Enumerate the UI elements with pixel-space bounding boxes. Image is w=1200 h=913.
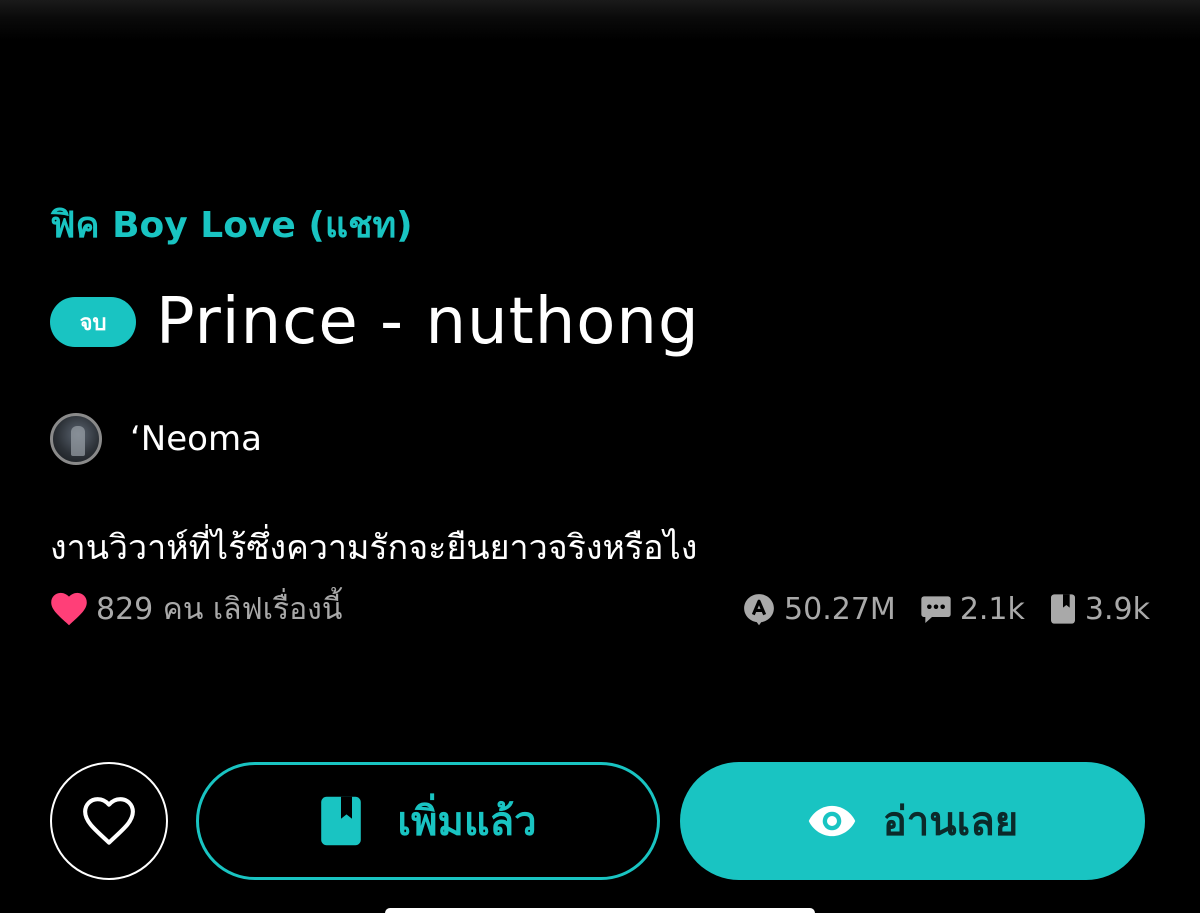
views-count: 50.27M [784, 591, 896, 627]
favorite-button[interactable] [50, 762, 168, 880]
added-label: เพิ่มแล้ว [397, 799, 537, 845]
eye-icon [808, 805, 855, 837]
bookmark-icon [1050, 594, 1075, 624]
story-synopsis: งานวิวาห์ที่ไร้ซึ่งความรักจะยืนยาวจริงหร… [50, 528, 698, 568]
heart-outline-icon [83, 797, 135, 845]
story-metrics: 50.27M 2.1k 3.9k [742, 592, 1150, 627]
comments-count: 2.1k [959, 591, 1025, 627]
stats-row: 829 คน เลิฟเรื่องนี้ 50.27M 2.1k 3.9k [50, 584, 1150, 634]
bookmark-icon [321, 796, 362, 846]
bookmarks-count: 3.9k [1084, 591, 1150, 627]
avatar[interactable] [50, 413, 102, 465]
title-row: จบ Prince - nuthong [50, 282, 700, 362]
action-bar: เพิ่มแล้ว อ่านเลย [50, 762, 1145, 880]
bookmarks-metric: 3.9k [1049, 592, 1150, 627]
story-category[interactable]: ฟิค Boy Love (แชท) [50, 196, 413, 253]
story-title: Prince - nuthong [156, 285, 700, 359]
read-now-button[interactable]: อ่านเลย [680, 762, 1145, 880]
heart-filled-icon [51, 592, 87, 626]
author-name[interactable]: ‘Neoma [130, 419, 262, 459]
home-indicator[interactable] [385, 908, 815, 913]
read-label: อ่านเลย [882, 799, 1019, 845]
comment-icon [921, 596, 951, 623]
views-icon [744, 594, 774, 626]
likes-text: 829 คน เลิฟเรื่องนี้ [96, 591, 343, 627]
added-to-library-button[interactable]: เพิ่มแล้ว [196, 762, 660, 880]
views-metric: 50.27M [742, 592, 896, 627]
likes-summary: 829 คน เลิฟเรื่องนี้ [50, 586, 342, 633]
comments-metric: 2.1k [920, 592, 1025, 627]
story-detail-screen: ฟิค Boy Love (แชท) จบ Prince - nuthong ‘… [0, 0, 1200, 913]
status-badge: จบ [50, 297, 136, 347]
author-row[interactable]: ‘Neoma [50, 410, 262, 468]
cover-image-edge [0, 0, 1200, 40]
